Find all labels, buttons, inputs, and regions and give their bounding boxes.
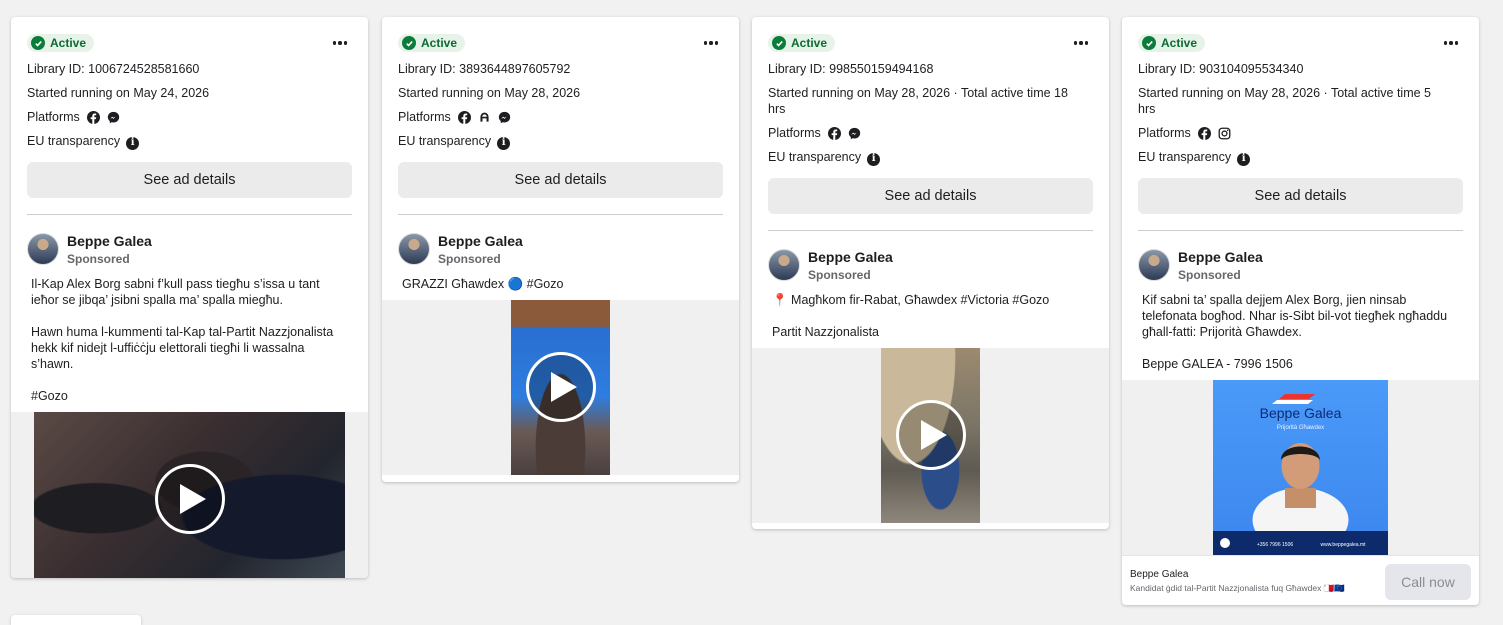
ad-body-text: GRAZZI Għawdex 🔵 #Gozo: [402, 276, 564, 291]
play-icon: [550, 372, 577, 402]
advertiser-header: Beppe Galea Sponsored: [11, 215, 368, 266]
eu-transparency: EU transparency i: [1138, 149, 1463, 166]
info-icon[interactable]: i: [126, 136, 140, 150]
status-badge: Active: [398, 34, 466, 52]
advertiser-name[interactable]: Beppe Galea: [808, 249, 893, 265]
more-options-button[interactable]: [1439, 33, 1463, 53]
video-thumbnail[interactable]: [881, 347, 980, 523]
see-ad-details-button[interactable]: See ad details: [27, 161, 352, 198]
ad-media: Beppe Galea Prijorità Għawdex +356 7996 …: [1122, 379, 1479, 555]
platforms-row: Platforms: [398, 109, 723, 125]
advertiser-header: Beppe Galea Sponsored: [382, 215, 739, 266]
advertiser-header: Beppe Galea Sponsored: [1122, 231, 1479, 282]
ad-image[interactable]: Beppe Galea Prijorità Għawdex +356 7996 …: [1213, 379, 1388, 555]
check-icon: [1142, 36, 1156, 50]
avatar[interactable]: [1138, 248, 1170, 281]
ad-card-1: Active Library ID: 1006724528581660 Star…: [11, 17, 368, 578]
messenger-icon: [848, 127, 861, 140]
more-options-button[interactable]: [1069, 33, 1093, 53]
eu-transparency: EU transparency i: [27, 133, 352, 150]
instagram-icon: [1218, 127, 1231, 140]
started-running: Started running on May 28, 2026: [398, 86, 581, 100]
check-icon: [31, 36, 45, 50]
facebook-icon: [457, 110, 471, 124]
facebook-icon: [827, 126, 841, 140]
info-icon[interactable]: i: [497, 136, 511, 150]
library-id: Library ID: 998550159494168: [768, 62, 934, 76]
play-button[interactable]: [525, 352, 596, 422]
ad-media: [752, 347, 1109, 523]
poster-tagline: Prijorità Għawdex: [1277, 425, 1324, 431]
advertiser-header: Beppe Galea Sponsored: [752, 231, 1109, 282]
play-button[interactable]: [154, 464, 225, 534]
ad-body-text: Il-Kap Alex Borg sabni f’kull pass tiegħ…: [31, 276, 334, 403]
advertiser-name[interactable]: Beppe Galea: [67, 233, 152, 249]
see-ad-details-button[interactable]: See ad details: [1138, 177, 1463, 214]
cta-description: Kandidat ġdid tal-Partit Nazzjonalista f…: [1130, 583, 1345, 593]
started-running: Started running on May 28, 2026 · Total …: [1138, 86, 1431, 116]
messenger-icon: [498, 111, 511, 124]
ad-body-text: 📍 Magħkom fir-Rabat, Għawdex #Victoria #…: [772, 292, 1050, 339]
started-running: Started running on May 24, 2026: [27, 86, 210, 100]
cta-title[interactable]: Beppe Galea: [1130, 569, 1345, 580]
poster-site: www.beppegalea.mt: [1320, 542, 1366, 548]
play-icon: [179, 484, 206, 514]
platforms-row: Platforms: [1138, 125, 1463, 141]
sponsored-label: Sponsored: [1178, 267, 1241, 282]
advertiser-name[interactable]: Beppe Galea: [1178, 249, 1263, 265]
eu-transparency: EU transparency i: [398, 133, 723, 150]
video-thumbnail[interactable]: [34, 411, 345, 578]
avatar[interactable]: [768, 248, 800, 281]
poster-phone: +356 7996 1506: [1257, 542, 1294, 548]
messenger-icon: [107, 111, 120, 124]
play-icon: [920, 420, 947, 450]
audience-network-icon: [478, 111, 491, 124]
next-card-stub: [11, 615, 141, 625]
ad-media: [382, 299, 739, 475]
facebook-icon: [1197, 126, 1211, 140]
video-thumbnail[interactable]: [511, 299, 610, 475]
play-button[interactable]: [895, 400, 966, 470]
poster-brand: Beppe Galea: [1260, 405, 1342, 421]
advertiser-name[interactable]: Beppe Galea: [438, 233, 523, 249]
platforms-row: Platforms: [768, 125, 1093, 141]
sponsored-label: Sponsored: [67, 251, 130, 266]
more-options-button[interactable]: [328, 33, 352, 53]
sponsored-label: Sponsored: [438, 251, 501, 266]
call-now-button[interactable]: Call now: [1385, 563, 1471, 600]
platforms-row: Platforms: [27, 109, 352, 125]
see-ad-details-button[interactable]: See ad details: [768, 177, 1093, 214]
ad-card-3: Active Library ID: 998550159494168 Start…: [752, 17, 1109, 529]
avatar[interactable]: [27, 232, 59, 265]
ad-card-2: Active Library ID: 3893644897605792 Star…: [382, 17, 739, 482]
call-to-action-bar: Beppe Galea Kandidat ġdid tal-Partit Naz…: [1122, 554, 1479, 606]
eu-transparency: EU transparency i: [768, 149, 1093, 166]
ad-body-text: Kif sabni ta’ spalla dejjem Alex Borg, j…: [1142, 292, 1448, 371]
check-icon: [772, 36, 786, 50]
sponsored-label: Sponsored: [808, 267, 871, 282]
more-options-button[interactable]: [699, 33, 723, 53]
status-badge: Active: [1138, 34, 1206, 52]
library-id: Library ID: 3893644897605792: [398, 62, 571, 76]
started-running: Started running on May 28, 2026 · Total …: [768, 86, 1068, 116]
check-icon: [402, 36, 416, 50]
status-badge: Active: [768, 34, 836, 52]
ad-card-4: Active Library ID: 903104095534340 Start…: [1122, 17, 1479, 605]
ad-media: [11, 411, 368, 578]
campaign-poster: Beppe Galea Prijorità Għawdex +356 7996 …: [1213, 393, 1388, 555]
facebook-icon: [86, 110, 100, 124]
library-id: Library ID: 903104095534340: [1138, 62, 1304, 76]
info-icon[interactable]: i: [1237, 152, 1251, 166]
library-id: Library ID: 1006724528581660: [27, 62, 200, 76]
avatar[interactable]: [398, 232, 430, 265]
see-ad-details-button[interactable]: See ad details: [398, 161, 723, 198]
info-icon[interactable]: i: [867, 152, 881, 166]
status-badge: Active: [27, 34, 95, 52]
